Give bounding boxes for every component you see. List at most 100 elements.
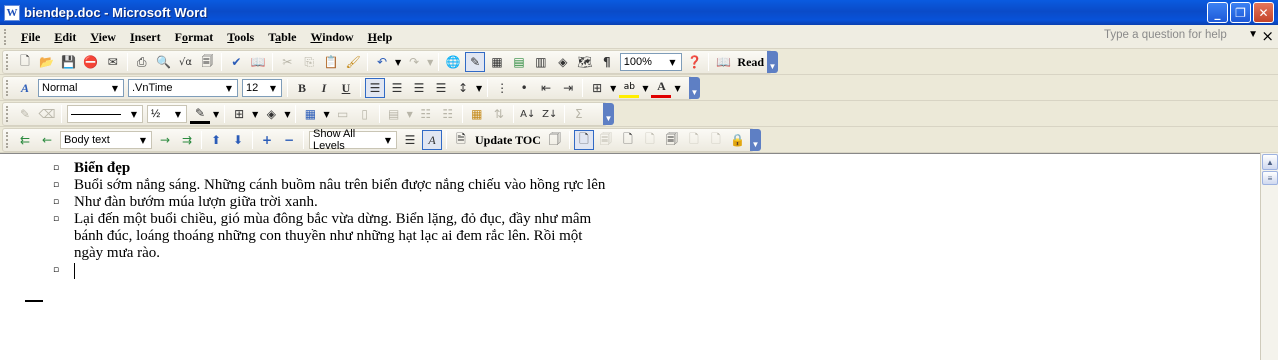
menu-window[interactable]: Window	[303, 26, 360, 48]
border-color-dropdown-icon[interactable]: ▼	[213, 110, 219, 119]
align-right-icon[interactable]: ☰	[409, 78, 429, 98]
drawing-icon[interactable]: ◈	[553, 52, 573, 72]
bold-button[interactable]: B	[292, 78, 312, 98]
outside-border-dropdown-icon[interactable]: ▼	[252, 110, 258, 119]
research-icon[interactable]: √α	[176, 52, 196, 72]
styles-formatting-icon[interactable]: A	[15, 78, 35, 98]
show-levels-combo[interactable]: Show All Levels ▼	[309, 128, 397, 152]
move-down-icon[interactable]: ⬇	[228, 130, 248, 150]
update-toc-button[interactable]: Update TOC	[472, 133, 544, 148]
print-preview-icon[interactable]: 🔍	[154, 52, 174, 72]
scroll-thumb[interactable]: ≡	[1262, 171, 1278, 185]
email-icon[interactable]: ✉	[103, 52, 123, 72]
align-cell-dropdown-icon[interactable]: ▼	[407, 110, 413, 119]
line-weight-combo[interactable]: ½ ▼	[147, 105, 187, 123]
toolbar-grip[interactable]	[6, 80, 12, 96]
font-combo[interactable]: .VnTime ▼	[128, 79, 238, 97]
demote-icon[interactable]: →	[155, 130, 175, 150]
insert-subdocument-icon[interactable]: 🗐	[662, 130, 682, 150]
columns-icon[interactable]: ▥	[531, 52, 551, 72]
menu-tools[interactable]: Tools	[220, 26, 261, 48]
document-map-icon[interactable]: 🗺	[575, 52, 595, 72]
lock-document-icon[interactable]: 🔒	[728, 130, 748, 150]
split-cells-icon[interactable]: ▯	[355, 104, 375, 124]
show-first-line-icon[interactable]: ☰	[400, 130, 420, 150]
insert-table-icon[interactable]: ▦	[300, 104, 320, 124]
document-outline-list[interactable]: ▫ Biển đẹp ▫ Buổi sớm nắng sáng. Những cán…	[50, 160, 610, 279]
menu-insert[interactable]: Insert	[123, 26, 168, 48]
redo-icon[interactable]: ↷	[404, 52, 424, 72]
menu-format[interactable]: Format	[168, 26, 221, 48]
outline-item[interactable]: ▫ Biển đẹp	[50, 160, 610, 177]
split-subdocument-icon[interactable]: 🗋	[706, 130, 726, 150]
read-button[interactable]: Read	[734, 55, 767, 70]
style-dropdown-icon[interactable]: ▼	[112, 84, 118, 93]
remove-subdocument-icon[interactable]: 🗋	[640, 130, 660, 150]
redo-dropdown-icon[interactable]: ▼	[427, 58, 433, 67]
shading-color-icon[interactable]: ◈	[261, 104, 281, 124]
update-toc-icon[interactable]: 🗎	[451, 130, 471, 150]
go-to-toc-icon[interactable]: 🗍	[545, 130, 565, 150]
save-icon[interactable]: 💾	[59, 52, 79, 72]
show-levels-dropdown-icon[interactable]: ▼	[385, 136, 391, 145]
font-size-combo[interactable]: 12 ▼	[242, 79, 282, 97]
distribute-rows-icon[interactable]: ☷	[416, 104, 436, 124]
document-area[interactable]: ▫ Biển đẹp ▫ Buổi sớm nắng sáng. Những cán…	[0, 153, 1278, 360]
help-search-input[interactable]: Type a question for help	[1100, 28, 1248, 46]
autosum-icon[interactable]: Σ	[569, 104, 589, 124]
preview-icon[interactable]: 🗐	[197, 52, 217, 72]
hyperlink-icon[interactable]: 🌐	[443, 52, 463, 72]
numbering-icon[interactable]: ⋮	[492, 78, 512, 98]
outside-border-icon[interactable]: ⊞	[229, 104, 249, 124]
format-painter-icon[interactable]: 🖌	[343, 52, 363, 72]
bullets-icon[interactable]: •	[514, 78, 534, 98]
show-hide-icon[interactable]: ¶	[597, 52, 617, 72]
toolbar-grip[interactable]	[6, 132, 12, 148]
line-spacing-dropdown-icon[interactable]: ▼	[476, 84, 482, 93]
undo-icon[interactable]: ↶	[372, 52, 392, 72]
minimize-button[interactable]: _	[1207, 2, 1228, 23]
toolbar-options-icon[interactable]: ▼	[689, 77, 700, 99]
create-subdocument-icon[interactable]: 🗋	[618, 130, 638, 150]
italic-button[interactable]: I	[314, 78, 334, 98]
expand-icon[interactable]: +	[257, 130, 277, 150]
help-dropdown-arrow[interactable]: ▼	[1248, 29, 1258, 40]
highlight-icon[interactable]: ab	[619, 78, 640, 98]
read-icon[interactable]: 📖	[713, 52, 733, 72]
outline-level-dropdown-icon[interactable]: ▼	[140, 136, 146, 145]
open-folder-icon[interactable]: 📂	[37, 52, 57, 72]
vertical-scrollbar[interactable]: ▲ ≡	[1260, 153, 1278, 360]
align-cell-icon[interactable]: ▤	[384, 104, 404, 124]
font-color-icon[interactable]: A	[651, 78, 672, 98]
toolbar-options-icon[interactable]: ▼	[603, 103, 614, 125]
justify-icon[interactable]: ☰	[431, 78, 451, 98]
paste-icon[interactable]: 📋	[321, 52, 341, 72]
outline-item[interactable]: ▫ Buổi sớm nắng sáng. Những cánh buồm nâu…	[50, 177, 610, 194]
distribute-columns-icon[interactable]: ☷	[438, 104, 458, 124]
outline-item[interactable]: ▫ Như đàn bướm múa lượn giữa trời xanh.	[50, 194, 610, 211]
promote-icon[interactable]: ←	[37, 130, 57, 150]
menu-help[interactable]: Help	[361, 26, 400, 48]
outline-level-combo[interactable]: Body text ▼	[60, 131, 152, 149]
line-spacing-icon[interactable]: ↕	[453, 78, 473, 98]
show-formatting-icon[interactable]: A	[422, 130, 442, 150]
align-left-icon[interactable]: ☰	[365, 78, 385, 98]
draw-table-icon[interactable]: ✎	[15, 104, 35, 124]
tables-borders-icon[interactable]: ✎	[465, 52, 486, 72]
move-up-icon[interactable]: ⬆	[206, 130, 226, 150]
borders-dropdown-icon[interactable]: ▼	[610, 84, 616, 93]
border-color-icon[interactable]: ✎	[190, 104, 210, 124]
word-app-icon[interactable]: W	[4, 4, 20, 21]
toolbar-options-icon[interactable]: ▼	[750, 129, 761, 151]
highlight-dropdown-icon[interactable]: ▼	[642, 84, 648, 93]
collapse-icon[interactable]: −	[279, 130, 299, 150]
copy-icon[interactable]: ⎘	[299, 52, 319, 72]
font-size-dropdown-icon[interactable]: ▼	[270, 84, 276, 93]
toolbar-options-icon[interactable]: ▼	[767, 51, 778, 73]
merge-cells-icon[interactable]: ▭	[333, 104, 353, 124]
restore-button[interactable]: ❐	[1230, 2, 1251, 23]
document-close-button[interactable]: ×	[1261, 27, 1274, 45]
menu-file[interactable]: File	[14, 26, 47, 48]
insert-table-dropdown-icon[interactable]: ▼	[323, 110, 329, 119]
insert-table-icon[interactable]: ▦	[487, 52, 507, 72]
